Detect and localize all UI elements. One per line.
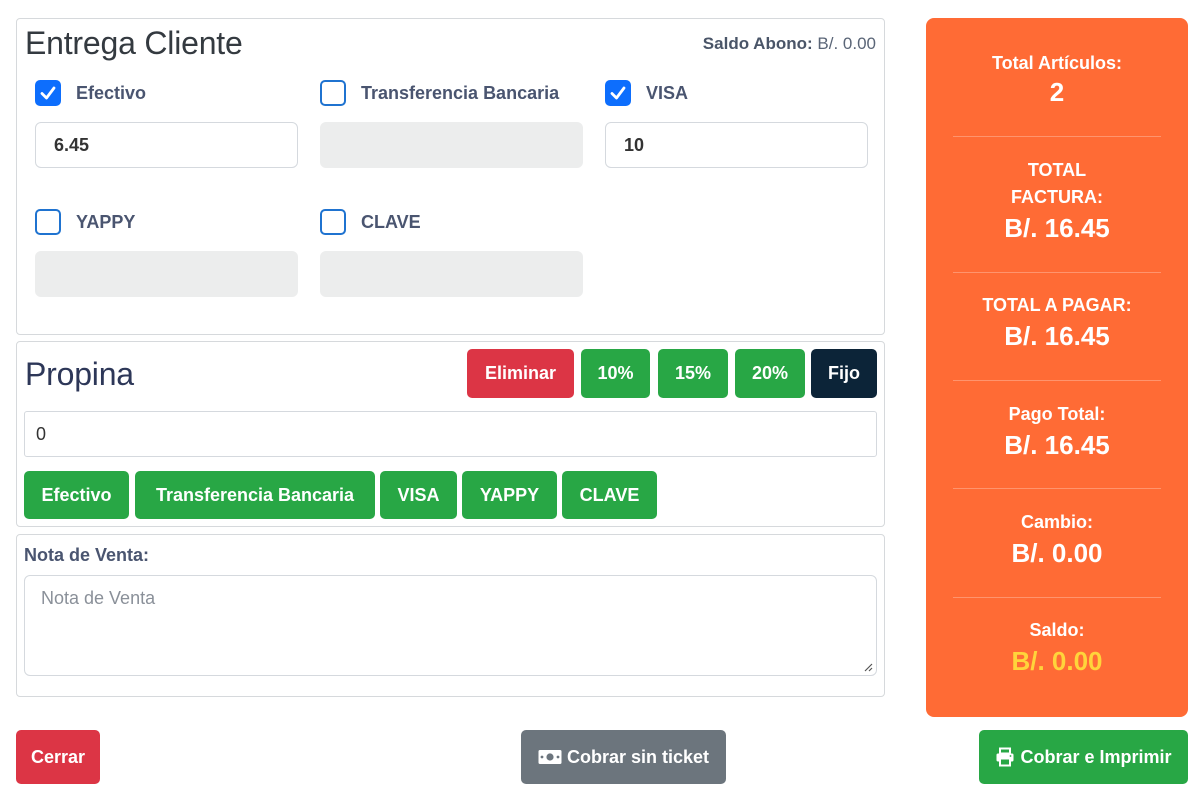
payment-transferencia: Transferencia Bancaria <box>320 79 583 168</box>
summary-divider <box>953 488 1161 489</box>
payment-yappy: YAPPY <box>35 208 298 297</box>
propina-transferencia-button[interactable]: Transferencia Bancaria <box>135 471 375 519</box>
total-a-pagar-label: TOTAL A PAGAR: <box>982 295 1132 315</box>
visa-checkbox[interactable] <box>605 80 631 106</box>
pago-total-value: B/. 16.45 <box>1004 430 1110 460</box>
total-articulos-label: Total Artículos: <box>992 53 1122 73</box>
total-factura: TOTAL FACTURA: B/. 16.45 <box>953 157 1161 245</box>
payment-clave: CLAVE <box>320 208 583 297</box>
entrega-cliente-title: Entrega Cliente <box>25 25 243 61</box>
total-a-pagar: TOTAL A PAGAR: B/. 16.45 <box>953 292 1161 353</box>
cerrar-button[interactable]: Cerrar <box>16 730 100 784</box>
propina-fijo-button[interactable]: Fijo <box>811 349 877 398</box>
clave-label: CLAVE <box>361 211 421 232</box>
printer-icon <box>996 747 1014 767</box>
visa-input[interactable]: 10 <box>605 122 868 168</box>
pago-total-label: Pago Total: <box>1008 404 1106 424</box>
propina-input[interactable]: 0 <box>24 411 877 457</box>
cobrar-imprimir-label: Cobrar e Imprimir <box>1020 746 1172 767</box>
eliminar-propina-button[interactable]: Eliminar <box>467 349 574 398</box>
propina-15-button[interactable]: 15% <box>658 349 728 398</box>
nota-venta-card: Nota de Venta: Nota de Venta <box>16 534 885 697</box>
cobrar-sin-ticket-label: Cobrar sin ticket <box>566 746 710 767</box>
nota-venta-label: Nota de Venta: <box>24 545 150 565</box>
yappy-checkbox[interactable] <box>35 209 61 235</box>
saldo-label: Saldo: <box>1029 620 1085 640</box>
propina-10-button[interactable]: 10% <box>581 349 650 398</box>
propina-visa-button[interactable]: VISA <box>380 471 457 519</box>
nota-venta-textarea[interactable]: Nota de Venta <box>24 575 877 676</box>
total-articulos-value: 2 <box>1049 77 1065 107</box>
total-factura-value: B/. 16.45 <box>1004 213 1110 243</box>
propina-yappy-button[interactable]: YAPPY <box>462 471 557 519</box>
resize-grip-icon[interactable] <box>862 661 873 672</box>
summary-divider <box>953 136 1161 137</box>
payment-visa: VISA 10 <box>605 79 868 168</box>
money-bill-icon <box>538 750 562 764</box>
cambio-value: B/. 0.00 <box>1011 538 1103 568</box>
transferencia-checkbox[interactable] <box>320 80 346 106</box>
saldo: Saldo: B/. 0.00 <box>953 617 1161 678</box>
propina-card: Propina Eliminar 10% 15% 20% Fijo 0 Efec… <box>16 341 885 527</box>
payment-efectivo: Efectivo 6.45 <box>35 79 298 168</box>
propina-clave-button[interactable]: CLAVE <box>562 471 657 519</box>
cobrar-sin-ticket-button[interactable]: Cobrar sin ticket <box>521 730 726 784</box>
pago-total: Pago Total: B/. 16.45 <box>953 401 1161 462</box>
propina-efectivo-button[interactable]: Efectivo <box>24 471 129 519</box>
propina-title: Propina <box>25 356 134 392</box>
entrega-cliente-card: Entrega Cliente Saldo Abono: B/. 0.00 Ef… <box>16 18 885 335</box>
summary-panel: Total Artículos: 2 TOTAL FACTURA: B/. 16… <box>926 18 1188 717</box>
transferencia-input[interactable] <box>320 122 583 168</box>
clave-input[interactable] <box>320 251 583 297</box>
yappy-label: YAPPY <box>76 211 136 232</box>
propina-20-button[interactable]: 20% <box>735 349 805 398</box>
efectivo-label: Efectivo <box>76 82 147 103</box>
saldo-value: B/. 0.00 <box>1011 646 1103 676</box>
total-articulos: Total Artículos: 2 <box>953 50 1161 107</box>
saldo-abono-value: B/. 0.00 <box>817 34 876 53</box>
saldo-abono: Saldo Abono: B/. 0.00 <box>703 34 876 54</box>
cambio-label: Cambio: <box>1021 512 1093 532</box>
summary-divider <box>953 597 1161 598</box>
total-a-pagar-value: B/. 16.45 <box>1004 321 1110 351</box>
transferencia-label: Transferencia Bancaria <box>361 82 560 103</box>
cobrar-imprimir-button[interactable]: Cobrar e Imprimir <box>979 730 1188 784</box>
summary-divider <box>953 272 1161 273</box>
check-icon <box>40 86 56 100</box>
efectivo-checkbox[interactable] <box>35 80 61 106</box>
cambio: Cambio: B/. 0.00 <box>953 509 1161 570</box>
visa-label: VISA <box>646 82 689 103</box>
total-factura-label-line2: FACTURA: <box>1011 187 1103 207</box>
summary-divider <box>953 380 1161 381</box>
nota-venta-placeholder: Nota de Venta <box>41 588 156 608</box>
total-factura-label-line1: TOTAL <box>1027 160 1087 180</box>
saldo-abono-label: Saldo Abono: <box>702 34 813 53</box>
check-icon <box>610 86 626 100</box>
efectivo-input[interactable]: 6.45 <box>35 122 298 168</box>
yappy-input[interactable] <box>35 251 298 297</box>
clave-checkbox[interactable] <box>320 209 346 235</box>
